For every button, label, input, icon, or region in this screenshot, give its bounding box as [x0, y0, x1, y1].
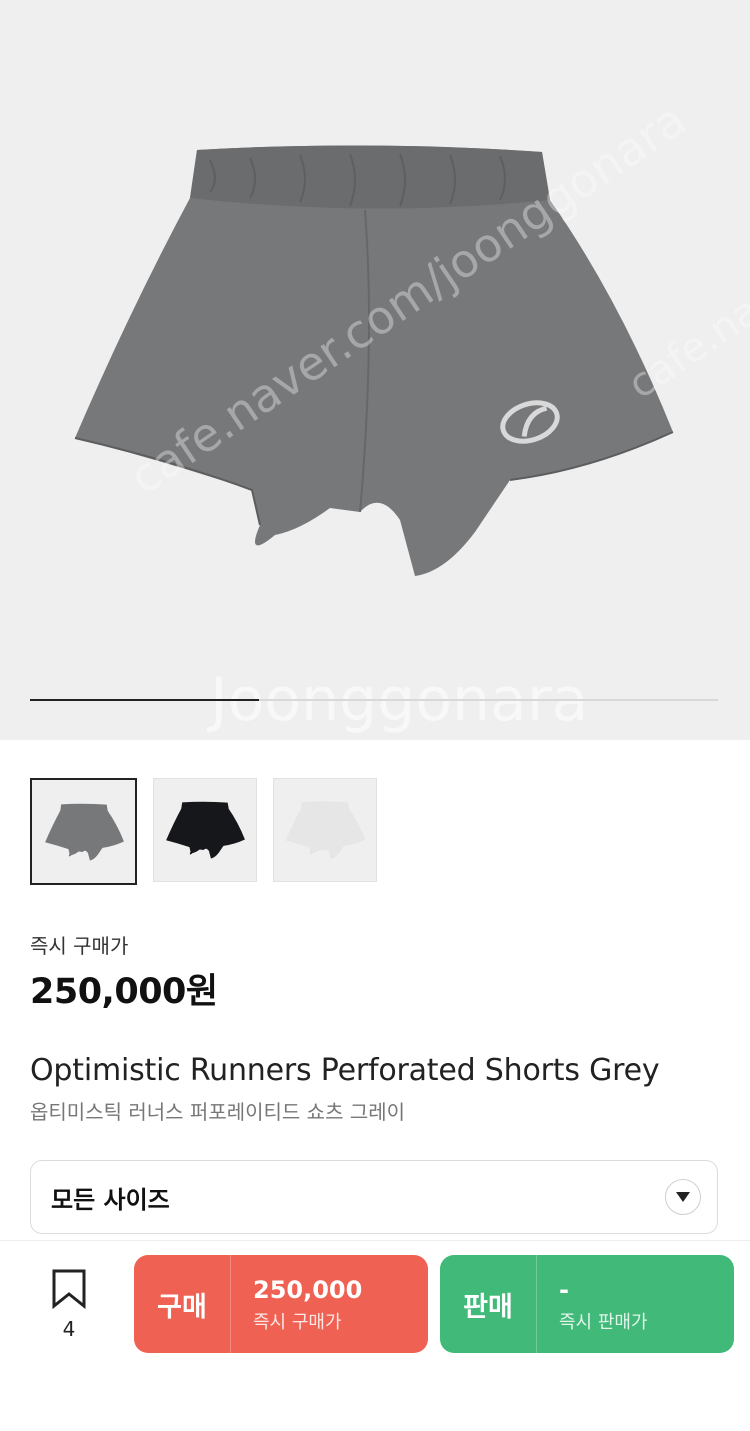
product-image — [74, 145, 674, 577]
buy-price: 250,000 — [253, 1275, 363, 1304]
sell-label: 판매 — [440, 1255, 537, 1353]
buy-label: 구매 — [134, 1255, 231, 1353]
bookmark-count: 4 — [62, 1317, 76, 1341]
gallery-progress-fill — [30, 699, 260, 701]
buy-button[interactable]: 구매 250,000 즉시 구매가 — [134, 1255, 428, 1353]
buy-subtext: 즉시 구매가 — [253, 1311, 342, 1333]
gallery-progress-bar — [30, 699, 718, 701]
thumbnail-list — [30, 778, 377, 885]
bookmark-button[interactable]: 4 — [45, 1269, 93, 1341]
sell-price: - — [559, 1275, 569, 1304]
thumbnail-grey[interactable] — [30, 778, 137, 885]
product-title: Optimistic Runners Perforated Shorts Gre… — [30, 1053, 660, 1088]
sell-subtext: 즉시 판매가 — [559, 1311, 648, 1333]
bottom-action-bar: 4 구매 250,000 즉시 구매가 판매 - 즉시 판매가 — [0, 1240, 750, 1431]
price-value: 250,000원 — [30, 972, 218, 1012]
thumbnail-black[interactable] — [153, 778, 257, 882]
thumbnail-shorts-white — [286, 801, 366, 859]
price-label: 즉시 구매가 — [30, 934, 129, 958]
bookmark-icon — [52, 1269, 86, 1310]
size-select-label: 모든 사이즈 — [51, 1185, 170, 1214]
thumbnail-shorts-black — [166, 801, 245, 859]
thumbnail-white[interactable] — [273, 778, 377, 882]
product-image-gallery[interactable]: cafe.naver.com/joonggonara Joonggonara c… — [0, 0, 750, 740]
product-subtitle: 옵티미스틱 러너스 퍼포레이티드 쇼츠 그레이 — [30, 1100, 406, 1124]
size-select[interactable]: 모든 사이즈 — [30, 1160, 718, 1234]
chevron-down-icon — [665, 1179, 701, 1215]
thumbnail-shorts-grey — [44, 803, 124, 860]
sell-button[interactable]: 판매 - 즉시 판매가 — [440, 1255, 734, 1353]
